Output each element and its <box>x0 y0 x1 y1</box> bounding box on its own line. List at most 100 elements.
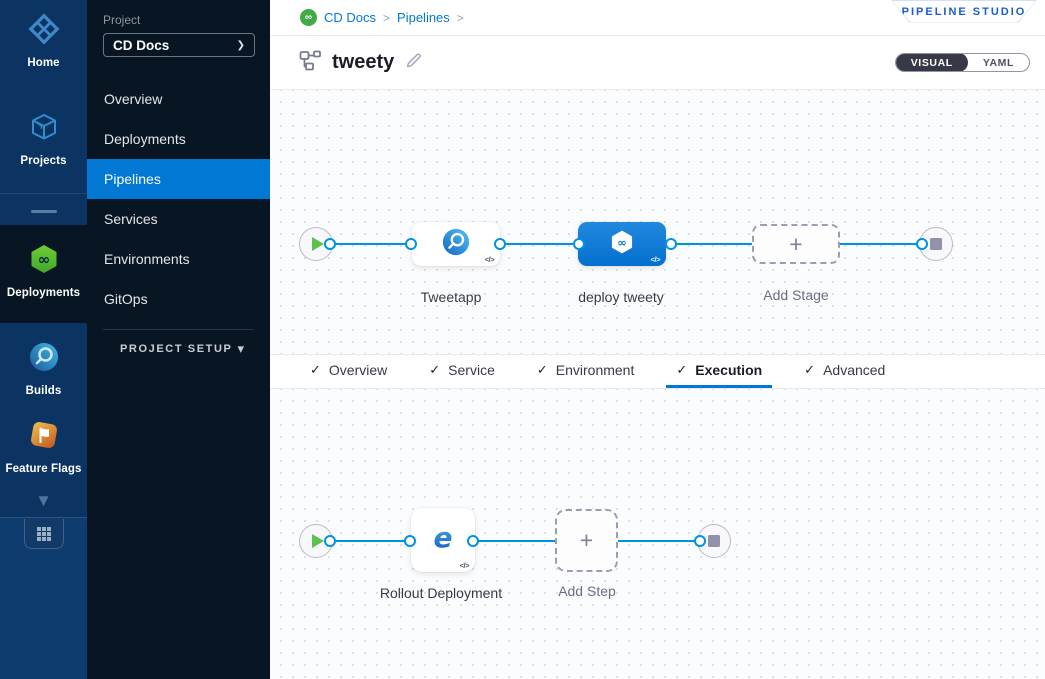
tab-advanced[interactable]: ✓ Advanced <box>794 355 895 388</box>
check-icon: ✓ <box>429 362 440 378</box>
breadcrumb-separator: > <box>457 11 464 25</box>
rail-item-label: Builds <box>26 385 62 397</box>
rail-divider <box>31 210 57 213</box>
sidebar-item-environments[interactable]: Environments <box>87 239 270 279</box>
plus-icon: + <box>789 233 802 256</box>
yaml-toggle-button[interactable]: YAML <box>968 53 1029 72</box>
chevron-right-icon: ❯ <box>237 40 245 51</box>
harness-home-icon <box>28 13 60 50</box>
connector-port[interactable] <box>694 535 706 547</box>
visual-toggle-button[interactable]: VISUAL <box>896 53 968 72</box>
stage-canvas[interactable]: </> ∞ </> + Tweetapp deploy tweety Add S… <box>270 90 1045 354</box>
step-label: Rollout Deployment <box>371 583 511 604</box>
breadcrumb-project-link[interactable]: CD Docs <box>324 10 376 25</box>
feature-flags-icon <box>28 419 60 456</box>
check-icon: ✓ <box>676 362 687 378</box>
sidebar-item-gitops[interactable]: GitOps <box>87 279 270 319</box>
sidebar-item-overview[interactable]: Overview <box>87 79 270 119</box>
pipeline-studio-badge: PIPELINE STUDIO <box>902 6 1027 18</box>
connector-port[interactable] <box>324 535 336 547</box>
chevron-down-icon: ▾ <box>237 341 244 357</box>
plus-icon: + <box>580 529 593 552</box>
connector-port[interactable] <box>665 238 677 250</box>
sidebar-divider <box>103 329 254 330</box>
module-picker-button[interactable] <box>24 519 64 549</box>
sidebar-item-deployments[interactable]: Deployments <box>87 119 270 159</box>
rail-item-builds[interactable]: Builds <box>0 341 87 397</box>
edit-pencil-icon[interactable] <box>404 51 423 75</box>
tab-execution[interactable]: ✓ Execution <box>666 355 772 388</box>
add-stage-button[interactable]: + <box>752 224 840 264</box>
rail-item-feature-flags[interactable]: Feature Flags <box>0 419 87 475</box>
projects-cube-icon <box>28 111 60 148</box>
breadcrumb-pipelines-link[interactable]: Pipelines <box>397 10 450 25</box>
project-sidebar: Project CD Docs ❯ Overview Deployments P… <box>87 0 270 679</box>
check-icon: ✓ <box>804 362 815 378</box>
deploy-stage-icon: ∞ <box>608 228 636 261</box>
builds-ci-icon <box>28 341 60 378</box>
stage-node-tweetapp[interactable]: </> <box>412 222 500 266</box>
project-section-label: Project <box>103 13 270 27</box>
tab-overview[interactable]: ✓ Overview <box>300 355 397 388</box>
pipeline-studio-main: ∞ CD Docs > Pipelines > PIPELINE STUDIO … <box>270 0 1045 679</box>
connector-port[interactable] <box>324 238 336 250</box>
cd-module-icon: ∞ <box>300 9 317 26</box>
rail-item-label: Feature Flags <box>5 463 81 475</box>
project-setup-label: PROJECT SETUP <box>120 343 233 355</box>
rail-item-projects[interactable]: Projects <box>0 111 87 167</box>
rail-item-label: Projects <box>20 155 66 167</box>
svg-text:∞: ∞ <box>37 251 50 269</box>
pipeline-title-bar: tweety VISUAL YAML <box>270 36 1045 90</box>
sidebar-item-pipelines[interactable]: Pipelines <box>87 159 270 199</box>
visual-yaml-toggle: VISUAL YAML <box>895 53 1030 72</box>
connector-port[interactable] <box>405 238 417 250</box>
rail-item-home[interactable]: Home <box>0 0 87 69</box>
rail-item-label: Deployments <box>7 287 80 299</box>
connector-port[interactable] <box>573 238 585 250</box>
rail-section-line <box>0 193 87 194</box>
rolling-deploy-icon: e <box>427 522 459 559</box>
stage-node-deploy-tweety[interactable]: ∞ </> <box>578 222 666 266</box>
pipeline-studio-ribbon: PIPELINE STUDIO <box>891 0 1037 23</box>
code-badge: </> <box>651 255 660 264</box>
connector-port[interactable] <box>494 238 506 250</box>
add-stage-label: Add Stage <box>726 285 866 306</box>
step-node-rollout-deployment[interactable]: e </> <box>411 508 475 572</box>
code-badge: </> <box>460 561 469 570</box>
stage-label: deploy tweety <box>551 287 691 308</box>
code-badge: </> <box>485 255 494 264</box>
pipeline-title: tweety <box>332 51 394 74</box>
rail-bottom-section <box>0 517 87 679</box>
connector-port[interactable] <box>404 535 416 547</box>
svg-text:e: e <box>434 522 453 554</box>
deployments-cd-icon: ∞ <box>28 243 60 280</box>
stop-icon <box>930 238 942 250</box>
stage-label: Tweetapp <box>381 287 521 308</box>
rail-item-label: Home <box>27 57 59 69</box>
tab-service[interactable]: ✓ Service <box>419 355 505 388</box>
breadcrumb: ∞ CD Docs > Pipelines > <box>300 9 464 26</box>
svg-text:∞: ∞ <box>617 235 626 249</box>
build-stage-icon <box>441 227 471 262</box>
execution-step-canvas[interactable]: e </> + Rollout Deployment Add Step <box>270 389 1045 679</box>
module-rail: Home Projects ∞ Deployments Builds Featu… <box>0 0 87 679</box>
sidebar-item-services[interactable]: Services <box>87 199 270 239</box>
tab-environment[interactable]: ✓ Environment <box>527 355 645 388</box>
breadcrumb-separator: > <box>383 11 390 25</box>
rail-collapse-chevron-icon[interactable]: ▼ <box>35 492 52 517</box>
project-menu: Overview Deployments Pipelines Services … <box>87 79 270 319</box>
stage-config-tabs: ✓ Overview ✓ Service ✓ Environment ✓ Exe… <box>270 354 1045 389</box>
stop-icon <box>708 535 720 547</box>
add-step-label: Add Step <box>517 581 657 602</box>
project-selector[interactable]: CD Docs ❯ <box>103 33 255 57</box>
check-icon: ✓ <box>537 362 548 378</box>
connector-port[interactable] <box>467 535 479 547</box>
selected-project-name: CD Docs <box>113 38 169 53</box>
grid-icon <box>37 527 51 541</box>
play-icon <box>312 534 324 548</box>
rail-item-deployments[interactable]: ∞ Deployments <box>0 225 87 323</box>
add-step-button[interactable]: + <box>555 509 618 572</box>
connector-port[interactable] <box>916 238 928 250</box>
step-connector-line <box>316 540 714 542</box>
project-setup-toggle[interactable]: PROJECT SETUP ▾ <box>87 341 270 357</box>
